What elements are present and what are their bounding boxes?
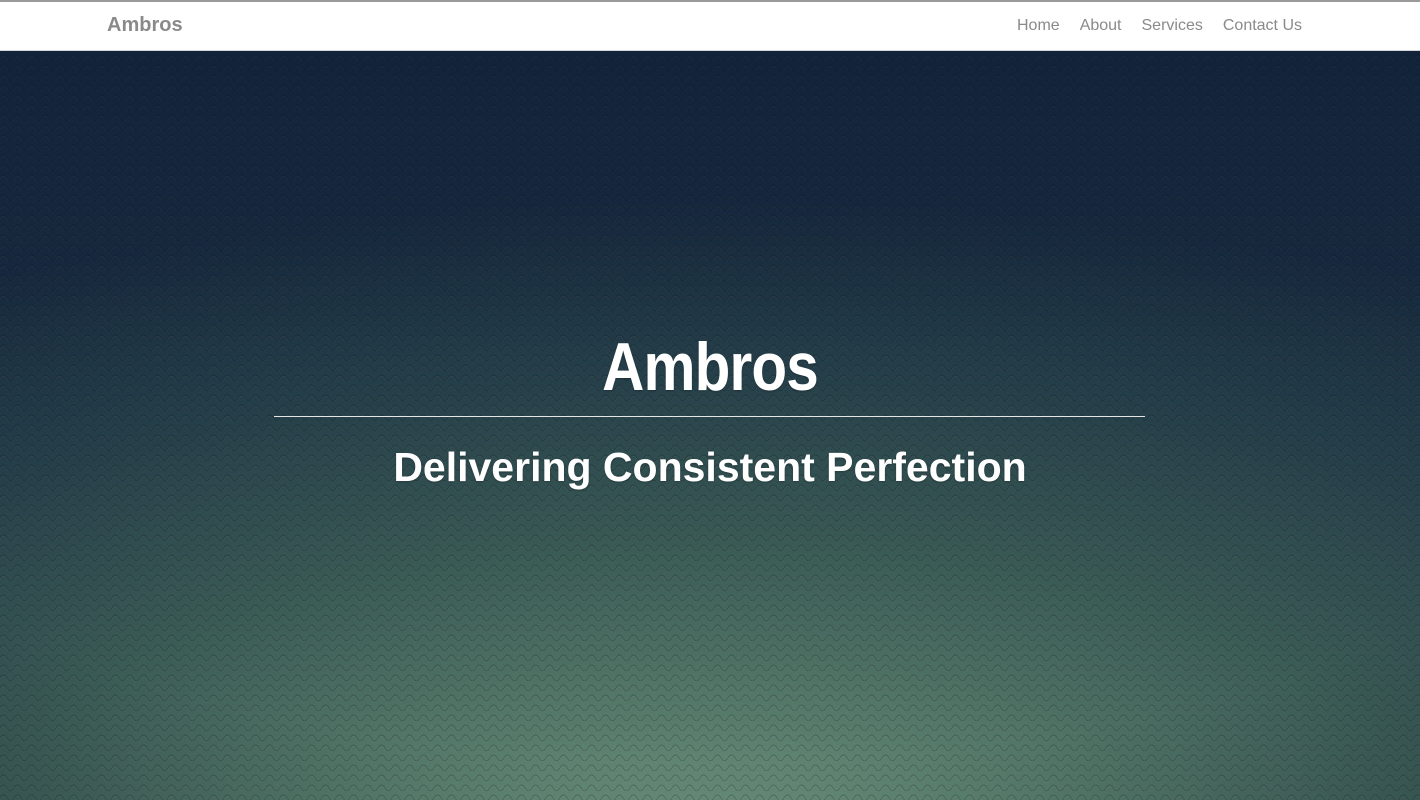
hero-vignette: [0, 51, 1420, 800]
hero-subtitle: Delivering Consistent Perfection: [393, 444, 1027, 490]
nav-link-home[interactable]: Home: [1017, 17, 1060, 35]
nav-link-services[interactable]: Services: [1142, 17, 1203, 35]
hero-divider: [274, 416, 1145, 417]
hero-section: Ambros Delivering Consistent Perfection: [0, 51, 1420, 800]
nav-link-contact-us[interactable]: Contact Us: [1223, 17, 1302, 35]
top-navbar: Ambros Home About Services Contact Us: [0, 0, 1420, 51]
hero-title: Ambros: [602, 329, 819, 405]
nav-link-about[interactable]: About: [1080, 17, 1122, 35]
brand-logo-link[interactable]: Ambros: [107, 14, 183, 37]
nav-menu: Home About Services Contact Us: [1017, 17, 1302, 35]
